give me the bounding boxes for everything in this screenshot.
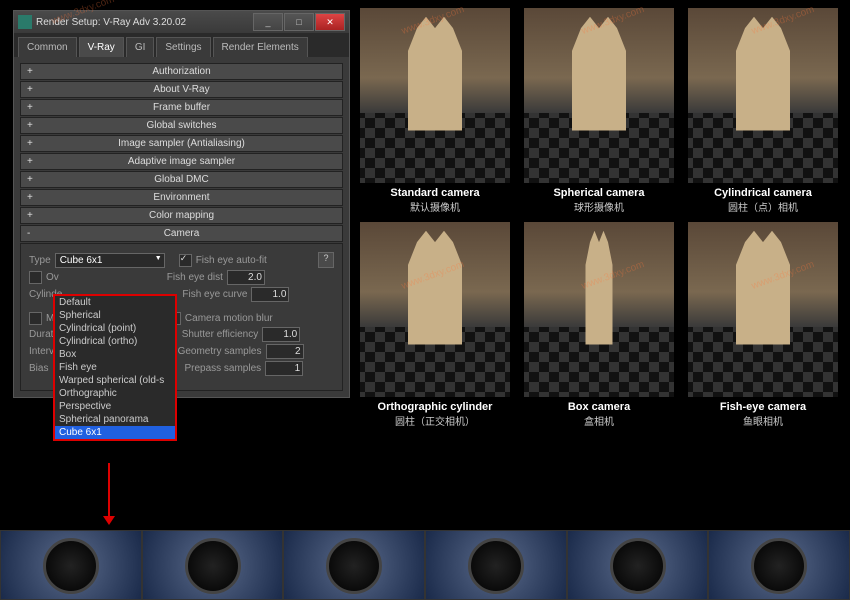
caption-standard-cn: 默认摄像机 [360, 199, 510, 214]
option-box[interactable]: Box [55, 348, 175, 361]
thumb-ortho-cylinder [360, 222, 510, 397]
caption-fisheye: Fish-eye camera [688, 401, 838, 413]
app-icon [18, 15, 32, 29]
thumb-spherical [524, 8, 674, 183]
bottom-panorama-strip [0, 530, 850, 600]
caption-cylindrical: Cylindrical camera [688, 187, 838, 199]
maximize-button[interactable]: □ [284, 13, 314, 31]
tab-common[interactable]: Common [18, 37, 77, 57]
camera-examples-gallery: Standard camera 默认摄像机 Spherical camera 球… [360, 8, 842, 436]
rollout-image-sampler[interactable]: Image sampler (Antialiasing) [20, 135, 343, 152]
type-label: Type [29, 255, 51, 266]
option-orthographic[interactable]: Orthographic [55, 387, 175, 400]
option-cube6x1[interactable]: Cube 6x1 [55, 426, 175, 439]
example-box: Box camera 盒相机 [524, 222, 674, 428]
rollout-global-dmc[interactable]: Global DMC [20, 171, 343, 188]
tab-vray[interactable]: V-Ray [79, 37, 124, 57]
geom-samples-label: Geometry samples [178, 346, 262, 357]
pano-cell-5 [567, 530, 709, 600]
example-cylindrical: Cylindrical camera 圆柱（点）相机 [688, 8, 838, 214]
help-button[interactable]: ? [318, 252, 334, 268]
pano-cell-1 [0, 530, 142, 600]
duration-label: Durati [29, 329, 56, 340]
camera-type-dropdown-list: Default Spherical Cylindrical (point) Cy… [53, 294, 177, 441]
override-check[interactable] [29, 271, 42, 284]
annotation-arrow-line [108, 463, 110, 519]
rollout-environment[interactable]: Environment [20, 189, 343, 206]
example-standard: Standard camera 默认摄像机 [360, 8, 510, 214]
option-default[interactable]: Default [55, 296, 175, 309]
tab-settings[interactable]: Settings [156, 37, 210, 57]
option-warped-spherical[interactable]: Warped spherical (old-s [55, 374, 175, 387]
pano-cell-2 [142, 530, 284, 600]
pano-cell-3 [283, 530, 425, 600]
caption-box-cn: 盒相机 [524, 413, 674, 428]
bias-label: Bias [29, 363, 48, 374]
option-fisheye[interactable]: Fish eye [55, 361, 175, 374]
minimize-button[interactable]: _ [253, 13, 283, 31]
rollout-adaptive-sampler[interactable]: Adaptive image sampler [20, 153, 343, 170]
caption-ortho-cylinder: Orthographic cylinder [360, 401, 510, 413]
close-button[interactable]: ✕ [315, 13, 345, 31]
prepass-label: Prepass samples [184, 363, 261, 374]
option-cylindrical-point[interactable]: Cylindrical (point) [55, 322, 175, 335]
caption-fisheye-cn: 鱼眼相机 [688, 413, 838, 428]
fisheye-curve-input[interactable]: 1.0 [251, 287, 289, 302]
rollout-color-mapping[interactable]: Color mapping [20, 207, 343, 224]
example-ortho-cylinder: Orthographic cylinder 圆柱（正交相机） [360, 222, 510, 428]
caption-cylindrical-cn: 圆柱（点）相机 [688, 199, 838, 214]
window-title: Render Setup: V-Ray Adv 3.20.02 [36, 17, 253, 28]
rollout-about[interactable]: About V-Ray [20, 81, 343, 98]
geom-samples-input[interactable]: 2 [266, 344, 304, 359]
pano-cell-6 [708, 530, 850, 600]
tab-bar: Common V-Ray GI Settings Render Elements [14, 33, 349, 57]
example-fisheye: Fish-eye camera 鱼眼相机 [688, 222, 838, 428]
override-label: Ov [46, 272, 59, 283]
camera-type-dropdown[interactable]: Cube 6x1 [55, 253, 165, 268]
fisheye-autofit-label: Fish eye auto-fit [196, 255, 267, 266]
fisheye-dist-input[interactable]: 2.0 [227, 270, 265, 285]
option-cylindrical-ortho[interactable]: Cylindrical (ortho) [55, 335, 175, 348]
thumb-cylindrical [688, 8, 838, 183]
tab-render-elements[interactable]: Render Elements [213, 37, 308, 57]
thumb-standard [360, 8, 510, 183]
fisheye-dist-label: Fish eye dist [167, 272, 223, 283]
fisheye-curve-label: Fish eye curve [182, 289, 247, 300]
option-perspective[interactable]: Perspective [55, 400, 175, 413]
rollout-authorization[interactable]: Authorization [20, 63, 343, 80]
caption-standard: Standard camera [360, 187, 510, 199]
caption-ortho-cylinder-cn: 圆柱（正交相机） [360, 413, 510, 428]
rollout-framebuffer[interactable]: Frame buffer [20, 99, 343, 116]
tab-gi[interactable]: GI [126, 37, 155, 57]
shutter-eff-label: Shutter efficiency [182, 329, 259, 340]
pano-cell-4 [425, 530, 567, 600]
rollout-global-switches[interactable]: Global switches [20, 117, 343, 134]
thumb-fisheye [688, 222, 838, 397]
prepass-input[interactable]: 1 [265, 361, 303, 376]
fisheye-autofit-check[interactable] [179, 254, 192, 267]
titlebar[interactable]: Render Setup: V-Ray Adv 3.20.02 _ □ ✕ [14, 11, 349, 33]
annotation-arrow-head [103, 516, 115, 525]
shutter-eff-input[interactable]: 1.0 [262, 327, 300, 342]
rollout-camera[interactable]: Camera [20, 225, 343, 242]
mo-check[interactable] [29, 312, 42, 325]
caption-box: Box camera [524, 401, 674, 413]
option-spherical-panorama[interactable]: Spherical panorama [55, 413, 175, 426]
motion-blur-label: Camera motion blur [185, 313, 273, 324]
option-spherical[interactable]: Spherical [55, 309, 175, 322]
caption-spherical: Spherical camera [524, 187, 674, 199]
caption-spherical-cn: 球形摄像机 [524, 199, 674, 214]
thumb-box [524, 222, 674, 397]
example-spherical: Spherical camera 球形摄像机 [524, 8, 674, 214]
